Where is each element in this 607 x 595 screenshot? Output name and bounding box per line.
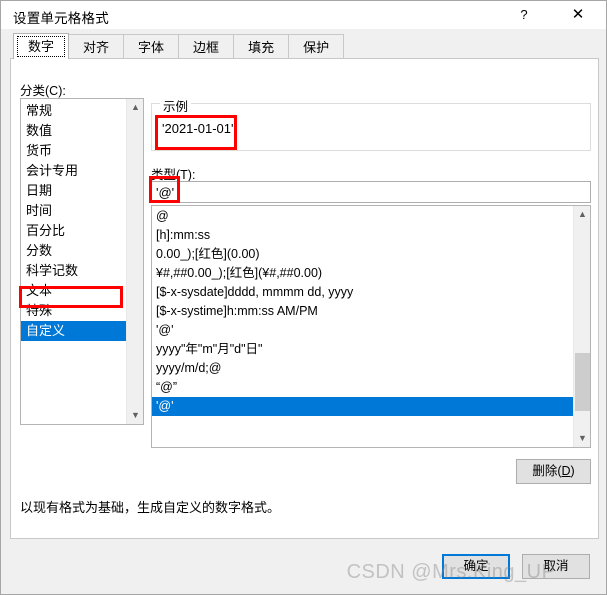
tabs-row: 数字 对齐 字体 边框 填充 保护 xyxy=(13,33,345,59)
category-item-scientific[interactable]: 科学记数 xyxy=(21,261,127,281)
number-tab-panel: 分类(C): 常规 数值 货币 会计专用 日期 时间 百分比 分数 科学记数 文… xyxy=(10,58,599,539)
category-item-special[interactable]: 特殊 xyxy=(21,301,127,321)
tab-number-label: 数字 xyxy=(28,39,55,54)
sample-value: '2021-01-01' xyxy=(162,121,234,136)
category-item-accounting[interactable]: 会计专用 xyxy=(21,161,127,181)
tab-fill[interactable]: 填充 xyxy=(233,34,290,59)
delete-label-tail: ) xyxy=(570,464,575,478)
close-button[interactable]: ✕ xyxy=(556,1,600,29)
type-input[interactable] xyxy=(151,181,591,203)
type-listbox[interactable]: @ [h]:mm:ss 0.00_);[红色](0.00) ¥#,##0.00_… xyxy=(151,205,591,448)
help-button[interactable]: ? xyxy=(502,1,546,29)
category-item-percentage[interactable]: 百分比 xyxy=(21,221,127,241)
category-item-custom[interactable]: 自定义 xyxy=(21,321,127,341)
type-item-currency-red[interactable]: ¥#,##0.00_);[红色](¥#,##0.00) xyxy=(152,264,573,283)
dialog-title: 设置单元格格式 xyxy=(13,11,109,26)
category-item-number[interactable]: 数值 xyxy=(21,121,127,141)
type-item-double-quoted-at[interactable]: “@” xyxy=(152,378,573,397)
type-scroll-up-icon[interactable]: ▲ xyxy=(574,206,590,223)
type-item-systime[interactable]: [$-x-systime]h:mm:ss AM/PM xyxy=(152,302,573,321)
sample-groupbox: 示例 '2021-01-01' xyxy=(151,96,591,151)
scroll-down-icon[interactable]: ▼ xyxy=(127,407,143,424)
tab-border[interactable]: 边框 xyxy=(178,34,235,59)
format-cells-dialog: 设置单元格格式 ? ✕ 数字 对齐 字体 边框 填充 保护 分类(C): 常规 … xyxy=(0,0,607,595)
category-listbox[interactable]: 常规 数值 货币 会计专用 日期 时间 百分比 分数 科学记数 文本 特殊 自定… xyxy=(20,98,144,425)
type-item-text-at[interactable]: @ xyxy=(152,207,573,226)
category-list: 常规 数值 货币 会计专用 日期 时间 百分比 分数 科学记数 文本 特殊 自定… xyxy=(21,99,127,341)
category-scrollbar[interactable]: ▲ ▼ xyxy=(126,99,143,424)
ok-button[interactable]: 确定 xyxy=(442,554,510,579)
type-scrollbar[interactable]: ▲ ▼ xyxy=(573,206,590,447)
delete-format-button[interactable]: 删除(D) xyxy=(516,459,591,484)
cancel-button-label: 取消 xyxy=(543,559,569,573)
type-item-elapsed-time[interactable]: [h]:mm:ss xyxy=(152,226,573,245)
title-bar: 设置单元格格式 ? ✕ xyxy=(1,1,606,29)
category-item-time[interactable]: 时间 xyxy=(21,201,127,221)
tab-protection[interactable]: 保护 xyxy=(288,34,345,59)
tab-strip: 数字 对齐 字体 边框 填充 保护 xyxy=(1,29,606,59)
ok-button-label: 确定 xyxy=(463,559,489,573)
category-item-date[interactable]: 日期 xyxy=(21,181,127,201)
category-item-currency[interactable]: 货币 xyxy=(21,141,127,161)
tab-number[interactable]: 数字 xyxy=(13,33,70,59)
tab-font[interactable]: 字体 xyxy=(123,34,180,59)
type-item-number-red[interactable]: 0.00_);[红色](0.00) xyxy=(152,245,573,264)
type-item-cn-date[interactable]: yyyy"年"m"月"d"日" xyxy=(152,340,573,359)
sample-group-title: 示例 xyxy=(160,96,192,115)
type-list: @ [h]:mm:ss 0.00_);[红色](0.00) ¥#,##0.00_… xyxy=(152,206,573,416)
description-text: 以现有格式为基础，生成自定义的数字格式。 xyxy=(20,500,281,515)
type-item-slash-date[interactable]: yyyy/m/d;@ xyxy=(152,359,573,378)
type-scroll-down-icon[interactable]: ▼ xyxy=(574,430,590,447)
category-label: 分类(C): xyxy=(20,84,66,98)
cancel-button[interactable]: 取消 xyxy=(522,554,590,579)
type-scroll-thumb[interactable] xyxy=(575,353,590,411)
delete-accel-key: D xyxy=(561,464,571,478)
category-item-general[interactable]: 常规 xyxy=(21,101,127,121)
scroll-up-icon[interactable]: ▲ xyxy=(127,99,143,116)
type-item-sysdate[interactable]: [$-x-sysdate]dddd, mmmm dd, yyyy xyxy=(152,283,573,302)
type-item-quoted-at-1[interactable]: '@' xyxy=(152,321,573,340)
delete-label-head: 删除( xyxy=(532,464,562,478)
category-item-text[interactable]: 文本 xyxy=(21,281,127,301)
type-item-quoted-at-2[interactable]: '@' xyxy=(152,397,573,416)
tab-alignment[interactable]: 对齐 xyxy=(68,34,125,59)
category-item-fraction[interactable]: 分数 xyxy=(21,241,127,261)
